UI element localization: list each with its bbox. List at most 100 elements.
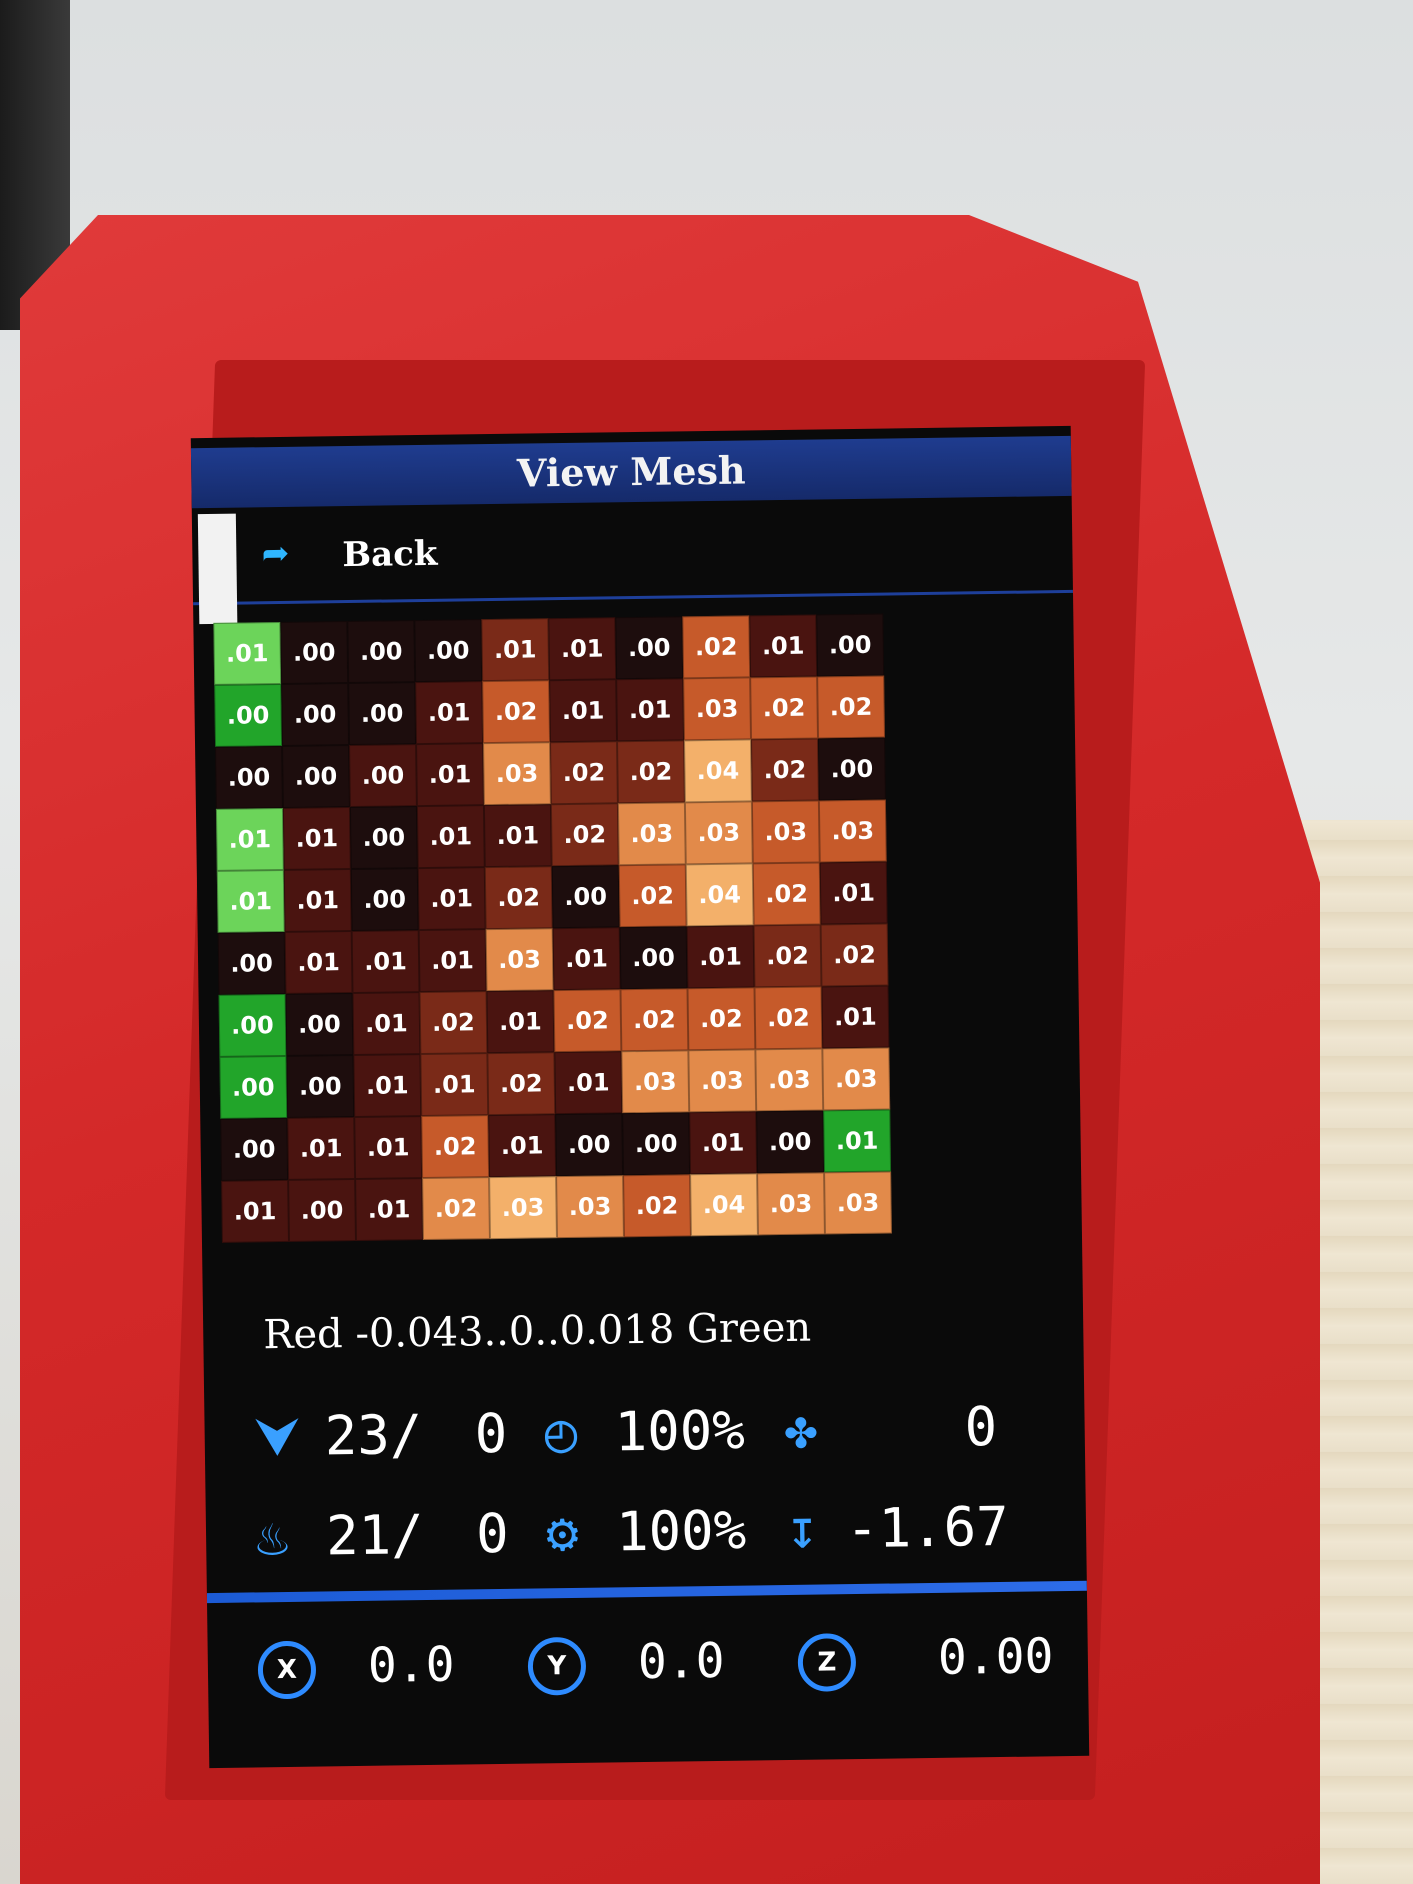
z-axis-icon: Z (797, 1614, 857, 1705)
mesh-cell: .01 (351, 930, 420, 994)
hotend-current-temp: 23/ (324, 1403, 423, 1468)
mesh-cell: .00 (286, 1054, 355, 1118)
mesh-cell: .01 (689, 1111, 758, 1175)
mesh-cell: .02 (682, 615, 751, 679)
screen-title: View Mesh (190, 435, 1072, 509)
back-arrow-icon: ➦ (262, 529, 290, 582)
mesh-cell: .04 (684, 739, 752, 803)
status-divider (206, 1580, 1087, 1604)
mesh-cell: .01 (216, 869, 285, 933)
x-axis-icon: X (257, 1622, 317, 1713)
mesh-cell: .03 (485, 928, 554, 992)
mesh-cell: .02 (419, 991, 488, 1055)
mesh-cell: .03 (822, 1047, 891, 1111)
mesh-cell: .01 (483, 804, 552, 868)
y-axis-label: Y (527, 1636, 587, 1696)
mesh-cell: .00 (348, 682, 417, 746)
mesh-cell: .00 (214, 683, 283, 747)
mesh-cell: .01 (213, 621, 282, 685)
mesh-cell: .02 (620, 988, 689, 1052)
mesh-cell: .00 (220, 1117, 289, 1181)
lcd-screen: View Mesh ➦ Back .01.00.00.00.01.01.00.0… (190, 425, 1090, 1769)
mesh-cell: .01 (420, 1053, 489, 1117)
mesh-cell: .01 (287, 1116, 356, 1180)
mesh-cell: .03 (757, 1172, 825, 1236)
mesh-cell: .03 (621, 1050, 690, 1114)
y-axis-icon: Y (527, 1618, 587, 1709)
mesh-cell: .02 (754, 986, 823, 1050)
mesh-cell: .01 (415, 681, 484, 745)
mesh-cell: .02 (687, 987, 756, 1051)
mesh-cell: .02 (487, 1052, 556, 1116)
mesh-cell: .01 (552, 927, 621, 991)
mesh-cell: .03 (818, 799, 887, 863)
mesh-cell: .01 (548, 617, 617, 681)
mesh-cell: .02 (618, 864, 687, 928)
mesh-cell: .01 (353, 1054, 422, 1117)
mesh-cell: .01 (284, 931, 353, 994)
mesh-cell: .01 (749, 614, 818, 678)
mesh-cell: .01 (486, 990, 555, 1054)
mesh-cell: .01 (819, 861, 888, 925)
bed-target-temp: 0 (475, 1501, 510, 1566)
back-label: Back (342, 533, 438, 576)
fan-value: 0 (964, 1395, 998, 1459)
mesh-cell: .00 (619, 926, 688, 990)
mesh-cell: .02 (623, 1174, 691, 1238)
mesh-cell: .00 (756, 1110, 825, 1174)
mesh-cell: .03 (617, 802, 686, 866)
mesh-cell: .01 (616, 678, 685, 742)
mesh-cell: .01 (283, 869, 352, 932)
mesh-cell: .03 (751, 800, 820, 864)
extruder-flow-icon: ⚙ (545, 1500, 580, 1565)
heated-bed-icon: ♨ (255, 1504, 290, 1569)
mesh-cell: .01 (221, 1179, 289, 1243)
axis-position-row: X 0.0 Y 0.0 Z 0.00 (237, 1611, 1078, 1713)
mesh-legend: Red -0.043..0..0.018 Green (262, 1304, 812, 1359)
mesh-cell: .02 (553, 989, 622, 1053)
mesh-cell: .00 (218, 993, 287, 1057)
z-offset-icon: ↧ (785, 1497, 820, 1561)
mesh-cell: .02 (752, 862, 821, 926)
mesh-cell: .01 (354, 1116, 423, 1179)
mesh-cell: .00 (215, 745, 283, 809)
fan-icon: ✤ (784, 1397, 818, 1462)
mesh-cell: .01 (488, 1114, 557, 1178)
mesh-cell: .01 (821, 985, 890, 1049)
x-position: 0.0 (367, 1636, 456, 1694)
mesh-cell: .00 (349, 744, 417, 808)
z-position: 0.00 (937, 1628, 1054, 1686)
mesh-cell: .03 (824, 1171, 892, 1235)
mesh-cell: .01 (823, 1109, 892, 1173)
mesh-cell: .01 (282, 807, 351, 870)
mesh-cell: .00 (347, 620, 416, 684)
hotend-target-temp: 0 (474, 1401, 508, 1466)
mesh-cell: .02 (820, 923, 889, 987)
mesh-cell: .02 (484, 866, 553, 930)
mesh-cell: .04 (690, 1173, 758, 1237)
flow-percent: 100% (615, 1498, 747, 1564)
back-menu-item[interactable]: ➦ Back (191, 501, 1074, 625)
mesh-cell: .04 (685, 863, 754, 927)
mesh-cell: .02 (550, 803, 619, 867)
y-position: 0.0 (637, 1632, 725, 1691)
mesh-cell: .00 (282, 745, 350, 808)
mesh-cell: .03 (755, 1048, 824, 1112)
mesh-cell: .00 (818, 737, 886, 801)
mesh-cell: .01 (417, 867, 486, 931)
x-axis-label: X (257, 1640, 317, 1700)
bed-current-temp: 21/ (325, 1503, 425, 1568)
mesh-cell: .01 (355, 1178, 423, 1241)
bed-mesh-grid: .01.00.00.00.01.01.00.02.01.00.00.00.00.… (213, 613, 912, 1263)
mesh-cell: .00 (349, 806, 418, 870)
mesh-cell: .03 (556, 1175, 624, 1239)
mesh-cell: .02 (550, 741, 618, 805)
mesh-cell: .00 (281, 683, 350, 746)
mesh-cell: .02 (753, 924, 822, 988)
mesh-cell: .01 (215, 807, 284, 871)
mesh-cell: .02 (751, 738, 819, 802)
z-axis-label: Z (797, 1633, 857, 1692)
mesh-cell: .02 (617, 740, 685, 804)
mesh-cell: .03 (684, 801, 753, 865)
speed-gauge-icon: ◴ (544, 1400, 578, 1465)
